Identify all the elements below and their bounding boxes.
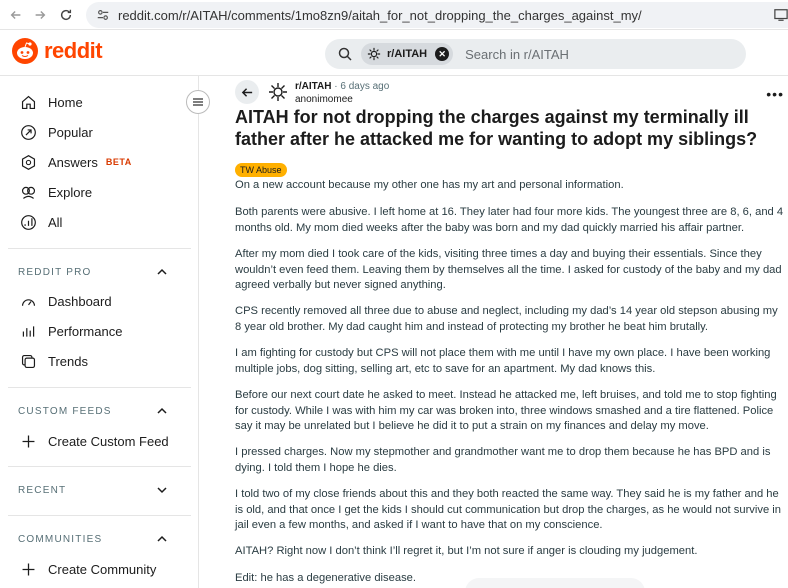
url-text: reddit.com/r/AITAH/comments/1mo8zn9/aita… [118,7,642,23]
post-paragraph: I am fighting for custody but CPS will n… [235,347,771,375]
answers-icon [18,152,38,172]
plus-icon [18,559,38,579]
post-meta: r/AITAH · 6 days ago anonimomee [295,80,389,106]
post-paragraph: After my mom died I took care of the kid… [235,248,782,291]
menu-icon [193,98,203,106]
sidebar-collapse-button[interactable] [186,90,210,114]
logo-text: reddit [44,38,103,63]
explore-icon [18,182,38,202]
section-communities[interactable]: COMMUNITIES [18,533,168,545]
sidebar-item-label: Popular [48,124,93,140]
browser-toolbar: reddit.com/r/AITAH/comments/1mo8zn9/aita… [0,0,788,30]
search-scope-chip[interactable]: r/AITAH ✕ [361,43,454,65]
sidebar-item-performance[interactable]: Performance [18,316,122,346]
section-reddit-pro[interactable]: REDDIT PRO [18,266,168,278]
trends-icon [18,351,38,371]
browser-forward-icon[interactable] [26,1,54,29]
sidebar-item-label: Performance [48,323,123,339]
search-placeholder: Search in r/AITAH [465,46,569,62]
post-time: 6 days ago [340,81,390,92]
floating-overlay [465,578,645,588]
sidebar-divider [8,515,191,516]
post-paragraph: I told two of my close friends about thi… [235,488,782,531]
subreddit-avatar-icon[interactable] [268,82,288,102]
beta-badge: BETA [105,157,132,167]
reddit-snoo-icon [12,38,38,64]
all-icon [18,212,38,232]
sidebar-item-label: Trends [48,353,88,369]
post-paragraph: On a new account because my other one ha… [235,179,624,191]
back-button[interactable] [235,80,259,104]
search-bar[interactable]: r/AITAH ✕ Search in r/AITAH [325,39,746,69]
sidebar-item-label: All [48,214,63,230]
sidebar-item-label: Explore [48,184,93,200]
post-paragraph: Both parents were abusive. I left home a… [235,206,784,234]
more-options-icon[interactable]: ••• [766,86,784,102]
address-bar[interactable]: reddit.com/r/AITAH/comments/1mo8zn9/aita… [86,2,788,28]
performance-icon [18,321,38,341]
chip-close-icon[interactable]: ✕ [435,47,450,61]
site-header: reddit r/AITAH ✕ Search in r/AITAH [0,30,788,76]
browser-reload-icon[interactable] [52,1,80,29]
post-detail: r/AITAH · 6 days ago anonimomee ••• AITA… [235,76,788,588]
reddit-logo[interactable]: reddit [12,38,103,64]
post-paragraph: Before our next court date he asked to m… [235,389,777,432]
sidebar-divider [8,466,191,467]
chevron-up-icon[interactable] [156,266,168,278]
sidebar-item-answers[interactable]: Answers BETA [18,147,132,177]
create-custom-feed-button[interactable]: Create Custom Feed [18,426,169,456]
section-title: COMMUNITIES [18,533,103,545]
post-paragraph: CPS recently removed all three due to ab… [235,305,778,333]
sidebar-item-label: Home [48,94,83,110]
create-community-button[interactable]: Create Community [18,554,156,584]
search-chip-label: r/AITAH [387,48,428,60]
chevron-up-icon[interactable] [156,405,168,417]
plus-icon [18,431,38,451]
section-title: RECENT [18,484,67,496]
left-sidebar: Home Popular Answers BETA Explore All RE… [0,76,199,588]
search-icon [338,47,352,61]
home-icon [18,92,38,112]
section-title: REDDIT PRO [18,266,92,278]
subreddit-icon [367,47,381,61]
sidebar-item-trends[interactable]: Trends [18,346,88,376]
section-title: CUSTOM FEEDS [18,405,112,417]
subreddit-link[interactable]: r/AITAH [295,81,331,92]
dashboard-icon [18,291,38,311]
author-link[interactable]: anonimomee [295,93,389,106]
sidebar-item-label: Answers [48,154,98,170]
sidebar-item-all[interactable]: All [18,207,62,237]
sidebar-item-explore[interactable]: Explore [18,177,92,207]
sidebar-divider [8,387,191,388]
post-paragraph: I pressed charges. Now my stepmother and… [235,446,771,474]
chevron-up-icon[interactable] [156,533,168,545]
post-title: AITAH for not dropping the charges again… [235,107,758,149]
sidebar-item-popular[interactable]: Popular [18,117,93,147]
arrow-left-icon [241,87,252,97]
section-recent[interactable]: RECENT [18,484,168,496]
sidebar-item-home[interactable]: Home [18,87,83,117]
post-paragraph: AITAH? Right now I don’t think I’ll regr… [235,545,698,557]
popular-icon [18,122,38,142]
site-settings-icon[interactable] [96,8,110,22]
sidebar-item-label: Create Community [48,561,157,577]
sidebar-divider [8,248,191,249]
chevron-down-icon[interactable] [156,484,168,496]
sidebar-item-dashboard[interactable]: Dashboard [18,286,112,316]
post-flair[interactable]: TW Abuse [235,163,287,177]
screen-icon[interactable] [774,8,788,22]
sidebar-item-label: Create Custom Feed [48,433,169,449]
section-custom-feeds[interactable]: CUSTOM FEEDS [18,405,168,417]
sidebar-item-label: Dashboard [48,293,112,309]
